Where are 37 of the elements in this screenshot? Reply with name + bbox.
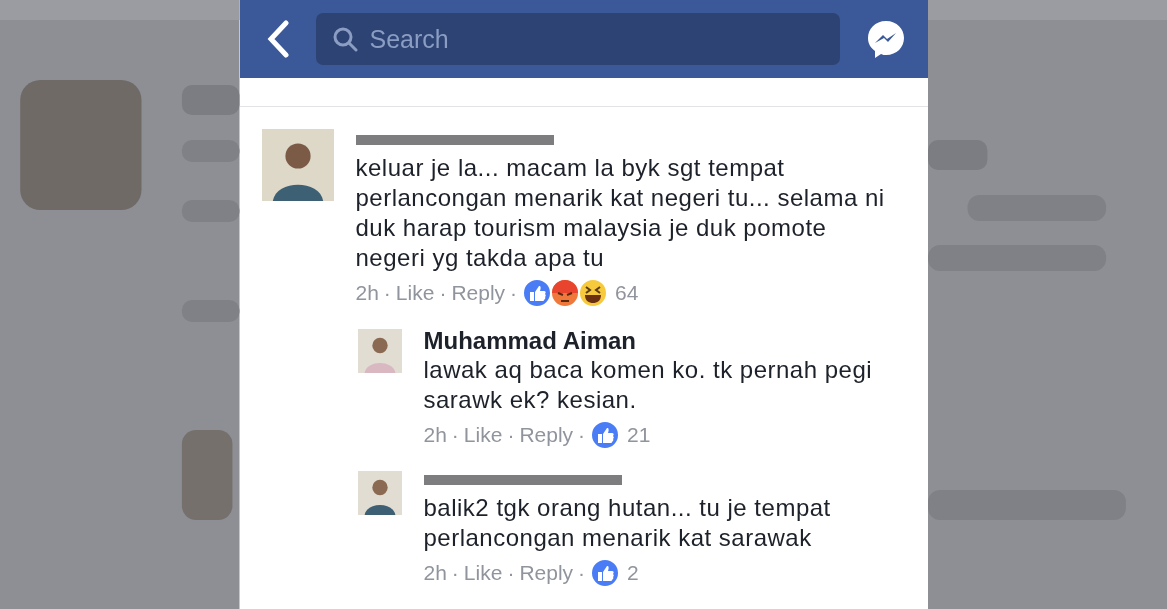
like-reaction-icon — [590, 420, 621, 450]
separator: · — [451, 423, 459, 447]
avatar[interactable] — [357, 471, 402, 515]
separator: · — [439, 281, 447, 305]
comment-time: 2h — [355, 281, 379, 305]
reply-link[interactable]: Reply — [519, 423, 574, 447]
like-reaction-icon — [522, 278, 553, 308]
comment-time: 2h — [423, 423, 447, 447]
separator: · — [510, 281, 518, 305]
author-name[interactable]: Muhammad Aiman — [423, 327, 636, 355]
like-link[interactable]: Like — [463, 423, 503, 447]
comment-text: balik2 tgk orang hutan... tu je tempat perlancongan menarik kat sarawak — [423, 493, 832, 553]
avatar[interactable] — [357, 329, 402, 373]
angry-reaction-icon — [550, 278, 581, 308]
like-link[interactable]: Like — [395, 281, 435, 305]
separator: · — [383, 281, 391, 305]
reaction-count: 21 — [627, 423, 651, 447]
search-icon — [331, 26, 358, 52]
comment-time: 2h — [423, 561, 447, 585]
back-icon[interactable] — [265, 20, 290, 58]
like-link[interactable]: Like — [463, 561, 503, 585]
separator: · — [507, 423, 515, 447]
messenger-icon[interactable] — [865, 19, 906, 59]
separator: · — [578, 423, 586, 447]
reply-link[interactable]: Reply — [451, 281, 506, 305]
reaction-count: 64 — [615, 281, 639, 305]
reaction-count: 2 — [627, 561, 639, 585]
separator: · — [451, 561, 459, 585]
separator: · — [507, 561, 515, 585]
avatar[interactable] — [261, 129, 334, 201]
comment-text: keluar je la... macam la byk sgt tempat perlancongan menarik kat negeri tu... selama ni duk harap tourism malaysia je duk pomote negeri yg takda apa tu — [355, 153, 886, 273]
comment-text: lawak aq baca komen ko. tk pernah pegi sarawk ek? kesian. — [423, 355, 874, 415]
laughing-reaction-icon — [578, 278, 609, 308]
search-field[interactable]: Search — [315, 13, 840, 65]
like-reaction-icon — [590, 558, 621, 588]
separator: · — [578, 561, 586, 585]
reply-link[interactable]: Reply — [519, 561, 574, 585]
